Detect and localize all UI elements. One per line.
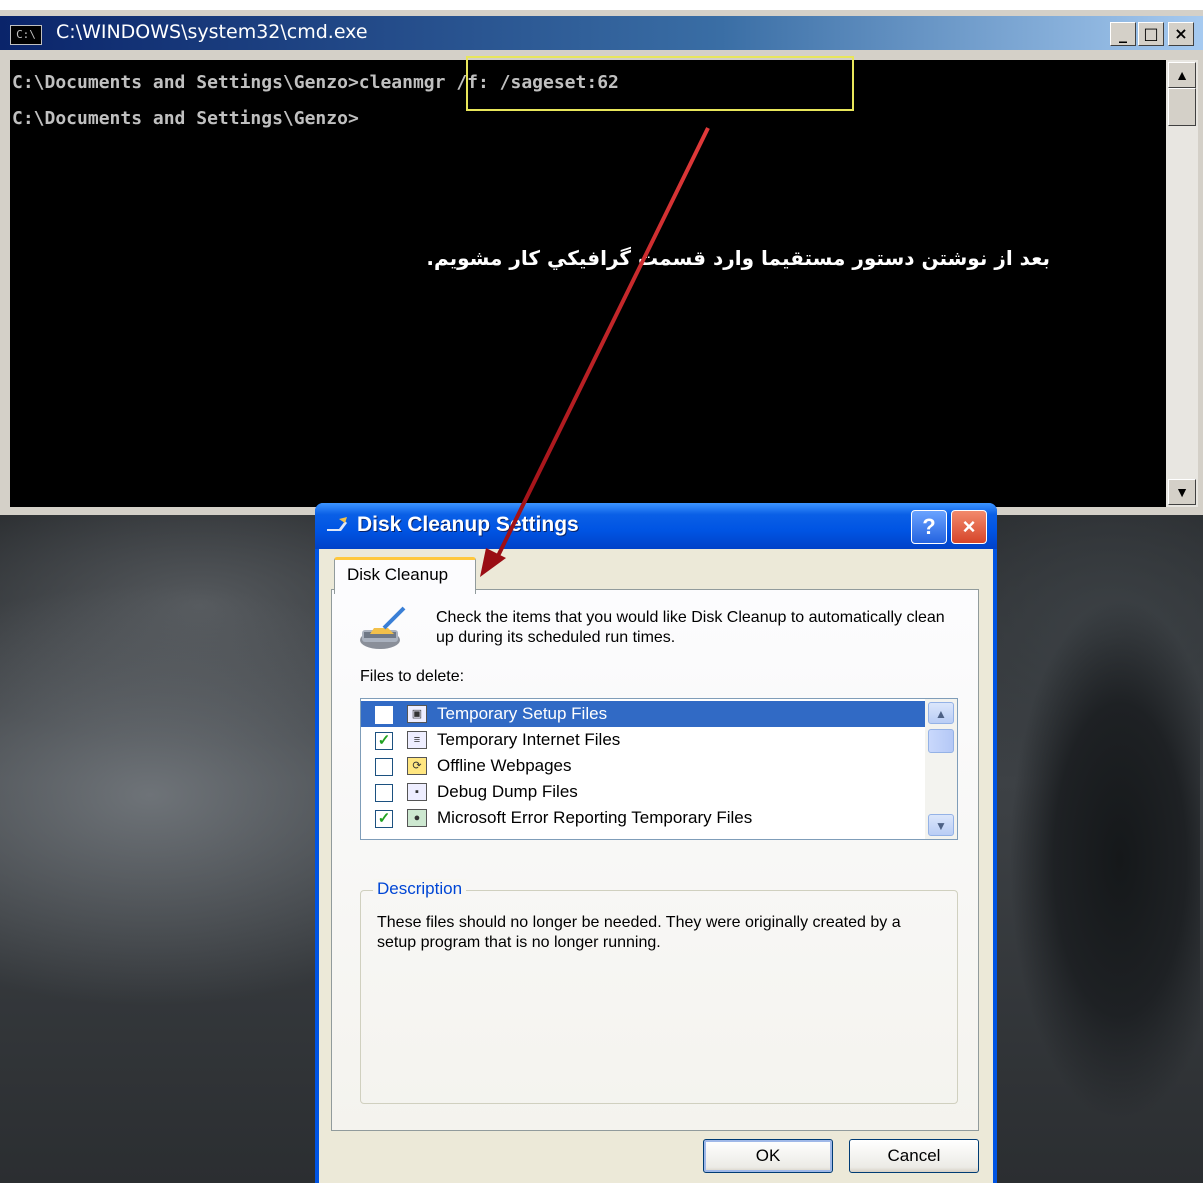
list-scroll-up-icon[interactable]: ▲ (928, 702, 954, 724)
disk-cleanup-settings-dialog: Disk Cleanup Settings ? × Disk Cleanup C… (315, 503, 997, 1183)
list-item-label: Debug Dump Files (437, 782, 578, 801)
error-reporting-icon: ● (407, 809, 427, 827)
console-area[interactable]: C:\Documents and Settings\Genzo>cleanmgr… (10, 60, 1166, 507)
maximize-button[interactable]: □ (1138, 22, 1164, 46)
help-button[interactable]: ? (911, 510, 947, 544)
scroll-thumb[interactable] (1168, 88, 1196, 126)
annotation-text: بعد از نوشتن دستور مستقیما وارد قسمت گرا… (426, 246, 1050, 270)
disk-cleanup-broom-icon (358, 604, 408, 654)
setup-files-icon: ▣ (407, 705, 427, 723)
checkbox[interactable]: ✓ (375, 810, 393, 828)
dialog-title: Disk Cleanup Settings (357, 513, 579, 536)
offline-webpages-icon: ⟳ (407, 757, 427, 775)
list-item[interactable]: ▪ Debug Dump Files (361, 779, 925, 805)
dialog-title-bar[interactable]: Disk Cleanup Settings ? × (315, 503, 997, 549)
cmd-title: C:\WINDOWS\system32\cmd.exe (56, 21, 368, 43)
list-item-label: Offline Webpages (437, 756, 572, 775)
ok-button[interactable]: OK (703, 1139, 833, 1173)
desktop-wallpaper-figure (1000, 560, 1200, 1180)
list-scrollbar[interactable]: ▲ ▼ (925, 699, 957, 839)
tab-label: Disk Cleanup (347, 565, 449, 584)
list-item[interactable]: ✓ ≡ Temporary Internet Files (361, 727, 925, 753)
cmd-app-icon[interactable]: C:\ (10, 25, 42, 45)
console-scrollbar[interactable]: ▲ ▼ (1166, 60, 1198, 507)
list-scroll-thumb[interactable] (928, 729, 954, 753)
list-item[interactable]: ⟳ Offline Webpages (361, 753, 925, 779)
files-to-delete-label: Files to delete: (360, 668, 465, 685)
list-item-label: Microsoft Error Reporting Temporary File… (437, 808, 753, 827)
internet-files-icon: ≡ (407, 731, 427, 749)
list-scroll-down-icon[interactable]: ▼ (928, 814, 954, 836)
console-line-prompt: C:\Documents and Settings\Genzo> (12, 108, 359, 129)
list-item-label: Temporary Setup Files (437, 704, 608, 723)
scroll-up-icon[interactable]: ▲ (1168, 62, 1196, 88)
checkbox[interactable] (375, 758, 393, 776)
files-to-delete-list[interactable]: ▣ Temporary Setup Files ✓ ≡ Temporary In… (360, 698, 958, 840)
checkbox[interactable]: ✓ (375, 732, 393, 750)
dialog-client-area: Disk Cleanup Check the items that you wo… (319, 549, 993, 1183)
description-text: These files should no longer be needed. … (377, 914, 901, 951)
list-item[interactable]: ▣ Temporary Setup Files (361, 701, 925, 727)
tab-panel: Check the items that you would like Disk… (331, 589, 979, 1131)
description-title: Description (373, 879, 467, 899)
minimize-button[interactable]: _ (1110, 22, 1136, 46)
cmd-title-bar[interactable]: C:\ C:\WINDOWS\system32\cmd.exe _ □ × (0, 16, 1203, 50)
dialog-close-button[interactable]: × (951, 510, 987, 544)
intro-text: Check the items that you would like Disk… (436, 609, 945, 646)
list-item-label: Temporary Internet Files (437, 730, 621, 749)
scroll-down-icon[interactable]: ▼ (1168, 479, 1196, 505)
description-group: Description These files should no longer… (360, 879, 958, 1104)
checkbox[interactable] (375, 706, 393, 724)
tab-disk-cleanup[interactable]: Disk Cleanup (334, 557, 476, 594)
debug-dump-icon: ▪ (407, 783, 427, 801)
list-item[interactable]: ✓ ● Microsoft Error Reporting Temporary … (361, 805, 925, 831)
disk-cleanup-icon (325, 515, 349, 535)
checkbox[interactable] (375, 784, 393, 802)
cancel-button[interactable]: Cancel (849, 1139, 979, 1173)
close-button[interactable]: × (1168, 22, 1194, 46)
command-highlight-box (466, 56, 854, 111)
